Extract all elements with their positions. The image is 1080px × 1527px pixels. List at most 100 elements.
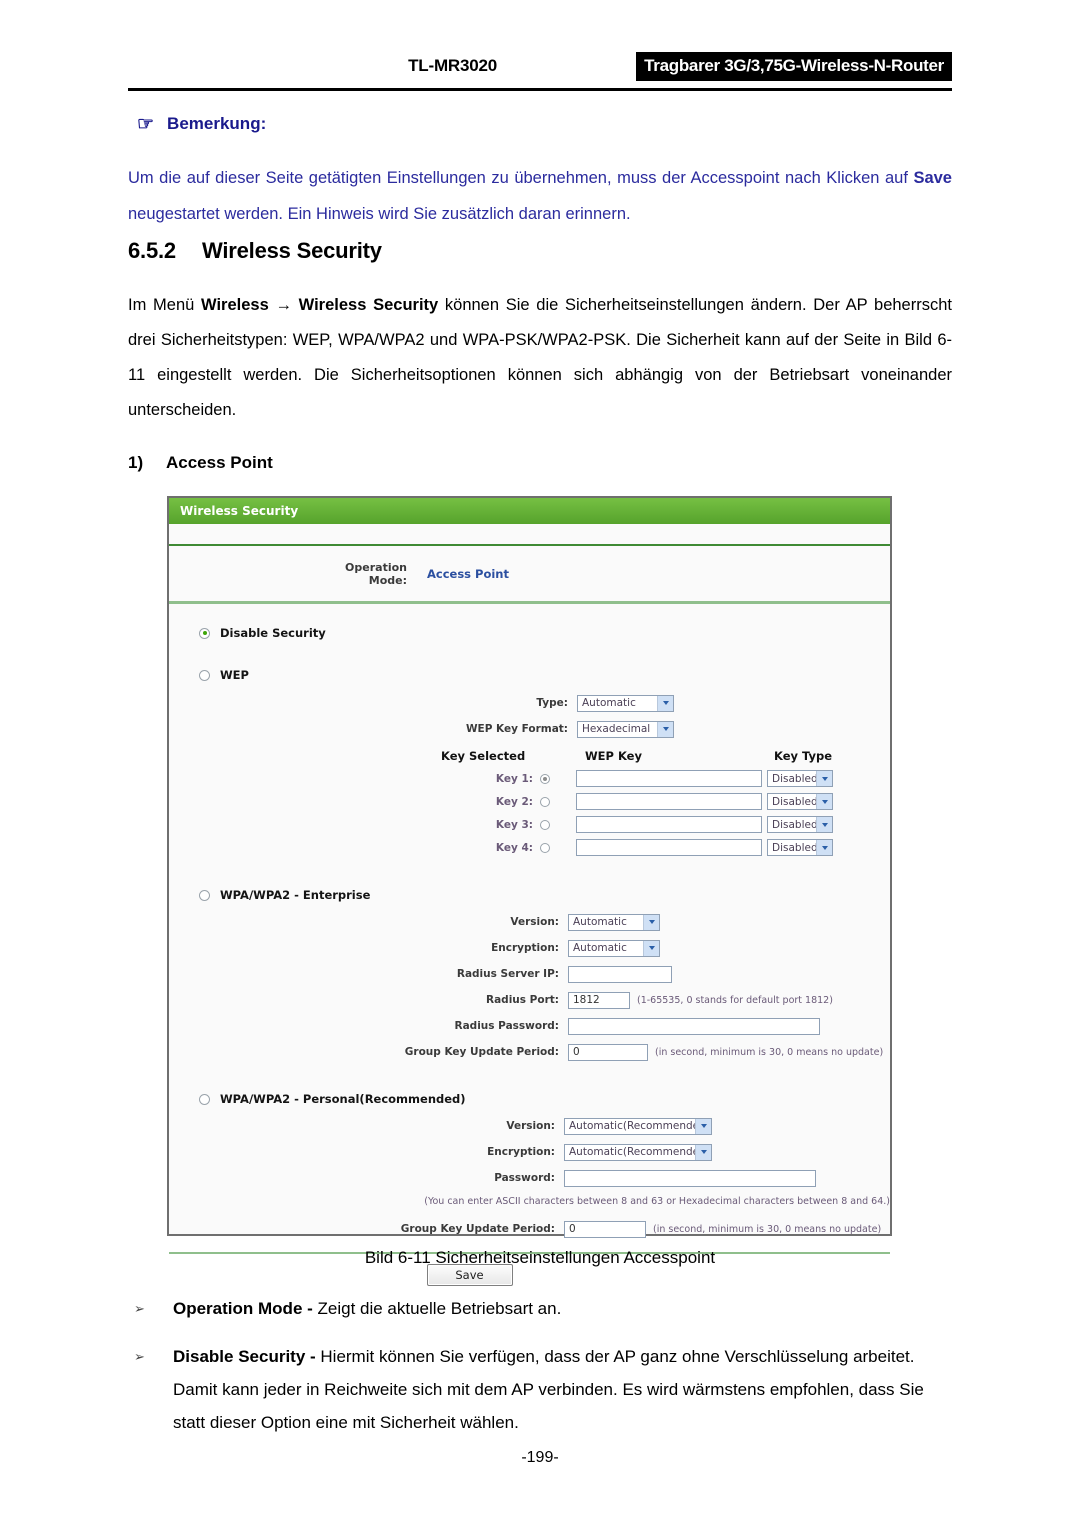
- radio-wep-key-1[interactable]: [540, 773, 550, 784]
- wep-key-2-type-select[interactable]: Disabled: [767, 793, 833, 810]
- enterprise-encryption-row: Encryption: Automatic: [169, 937, 890, 959]
- radius-port-hint: (1-65535, 0 stands for default port 1812…: [637, 994, 833, 1006]
- wep-type-select-value: Automatic: [582, 697, 636, 709]
- radio-wep-key-3[interactable]: [540, 819, 550, 830]
- note-heading-label: Bemerkung:: [167, 114, 267, 133]
- chevron-down-icon: [695, 1144, 711, 1160]
- note-body: Um die auf dieser Seite getätigten Einst…: [128, 160, 952, 232]
- router-model-label: TL-MR3020: [408, 56, 497, 75]
- subsection-label: Access Point: [166, 453, 273, 472]
- wep-key-format-select-value: Hexadecimal: [582, 723, 651, 735]
- wep-type-select[interactable]: Automatic: [577, 694, 674, 712]
- page-title: 6.5.2 Wireless Security: [128, 238, 382, 264]
- bullet-list: ➢ Operation Mode - Zeigt die aktuelle Be…: [128, 1292, 952, 1454]
- chevron-down-icon: [816, 817, 832, 832]
- panel-title-label: Wireless Security: [180, 504, 299, 518]
- note-text-2: neugestartet werden. Ein Hinweis wird Si…: [128, 205, 631, 223]
- personal-password-hint-row: (You can enter ASCII characters between …: [169, 1190, 890, 1212]
- radius-password-input[interactable]: [568, 1017, 820, 1035]
- personal-password-label: Password:: [494, 1172, 555, 1184]
- panel-title-bar: Wireless Security: [169, 498, 890, 524]
- option-wep-label: WEP: [220, 668, 249, 682]
- panel-body: Disable Security WEP Type: Automatic WEP…: [169, 604, 890, 1296]
- enterprise-encryption-value: Automatic: [573, 942, 627, 954]
- personal-version-label: Version:: [506, 1120, 555, 1132]
- wep-key-3-type-select[interactable]: Disabled: [767, 816, 833, 833]
- enterprise-group-key-input[interactable]: 0: [568, 1043, 648, 1061]
- chevron-down-icon: [657, 695, 673, 711]
- personal-version-select[interactable]: Automatic(Recommended): [564, 1117, 712, 1135]
- arrow-bullet-icon: ➢: [134, 1301, 145, 1316]
- wep-key-row: Key 2: Disabled: [169, 790, 890, 813]
- radio-wep[interactable]: [199, 669, 210, 681]
- personal-group-key-hint: (in second, minimum is 30, 0 means no up…: [653, 1223, 882, 1235]
- enterprise-encryption-select[interactable]: Automatic: [568, 939, 660, 957]
- chevron-down-icon: [695, 1118, 711, 1134]
- operation-mode-row: Operation Mode: Access Point: [169, 546, 890, 604]
- wep-key-2-label: Key 2:: [495, 795, 533, 808]
- personal-encryption-select[interactable]: Automatic(Recommended): [564, 1143, 712, 1161]
- personal-encryption-row: Encryption: Automatic(Recommended): [169, 1141, 890, 1163]
- wep-key-1-type-value: Disabled: [772, 772, 818, 785]
- personal-version-row: Version: Automatic(Recommended): [169, 1115, 890, 1137]
- radio-wpa-personal[interactable]: [199, 1093, 210, 1105]
- option-wep[interactable]: WEP: [169, 664, 890, 686]
- paragraph-text-2: können Sie die Sicherheitseinstellungen …: [128, 296, 952, 419]
- chevron-down-icon: [643, 940, 659, 956]
- wep-col-key-selected: Key Selected: [441, 749, 526, 763]
- wep-key-4-type-value: Disabled: [772, 841, 818, 854]
- paragraph-bold-wireless-security: Wireless Security: [298, 296, 439, 314]
- list-item: ➢ Disable Security - Hiermit können Sie …: [128, 1340, 952, 1439]
- wep-key-4-type-select[interactable]: Disabled: [767, 839, 833, 856]
- wep-key-1-input[interactable]: [576, 770, 762, 787]
- chevron-down-icon: [657, 721, 673, 737]
- enterprise-version-row: Version: Automatic: [169, 911, 890, 933]
- enterprise-version-value: Automatic: [573, 916, 627, 928]
- page-header: TL-MR3020 Tragbarer 3G/3,75G-Wireless-N-…: [128, 52, 952, 86]
- wep-key-3-input[interactable]: [576, 816, 762, 833]
- wep-key-2-input[interactable]: [576, 793, 762, 810]
- wep-key-row: Key 4: Disabled: [169, 836, 890, 859]
- option-wpa-personal[interactable]: WPA/WPA2 - Personal(Recommended): [169, 1088, 890, 1110]
- wep-key-2-type-value: Disabled: [772, 795, 818, 808]
- wep-key-format-label: WEP Key Format:: [465, 723, 568, 735]
- subsection-number: 1): [128, 453, 144, 472]
- radius-port-row: Radius Port: 1812 (1-65535, 0 stands for…: [169, 989, 890, 1011]
- wep-key-1-label: Key 1:: [495, 772, 533, 785]
- option-wpa-personal-label: WPA/WPA2 - Personal(Recommended): [220, 1092, 466, 1106]
- option-disable-security-label: Disable Security: [220, 626, 326, 640]
- personal-group-key-input[interactable]: 0: [564, 1220, 646, 1238]
- note-text-bold: Save: [913, 169, 952, 187]
- enterprise-encryption-label: Encryption:: [491, 942, 559, 954]
- personal-version-value: Automatic(Recommended): [569, 1120, 710, 1132]
- radius-port-input[interactable]: 1812: [568, 991, 630, 1009]
- section-paragraph: Im Menü Wireless → Wireless Security kön…: [128, 288, 952, 428]
- wep-key-4-input[interactable]: [576, 839, 762, 856]
- radio-wep-key-2[interactable]: [540, 796, 550, 807]
- chevron-down-icon: [816, 840, 832, 855]
- wep-key-1-type-select[interactable]: Disabled: [767, 770, 833, 787]
- wep-key-3-type-value: Disabled: [772, 818, 818, 831]
- radio-wep-key-4[interactable]: [540, 842, 550, 853]
- personal-password-input[interactable]: [564, 1169, 816, 1187]
- page-number: -199-: [521, 1449, 559, 1466]
- enterprise-version-select[interactable]: Automatic: [568, 913, 660, 931]
- radio-disable-security[interactable]: [199, 627, 210, 639]
- note-heading: ☞ Bemerkung:: [137, 114, 266, 134]
- option-wpa-enterprise[interactable]: WPA/WPA2 - Enterprise: [169, 884, 890, 906]
- wep-key-4-label: Key 4:: [495, 841, 533, 854]
- option-disable-security[interactable]: Disable Security: [169, 622, 890, 644]
- chevron-down-icon: [816, 771, 832, 786]
- wep-key-format-select[interactable]: Hexadecimal: [577, 720, 674, 738]
- radius-server-ip-row: Radius Server IP:: [169, 963, 890, 985]
- radio-wpa-enterprise[interactable]: [199, 889, 210, 901]
- personal-group-key-row: Group Key Update Period: 0 (in second, m…: [169, 1218, 890, 1240]
- bullet-1-term: Operation Mode -: [173, 1299, 318, 1318]
- radius-password-row: Radius Password:: [169, 1015, 890, 1037]
- personal-encryption-label: Encryption:: [487, 1146, 555, 1158]
- wep-key-format-row: WEP Key Format: Hexadecimal: [169, 718, 890, 740]
- operation-mode-label: Operation Mode:: [345, 560, 407, 587]
- radius-server-ip-input[interactable]: [568, 965, 672, 983]
- bullet-1-text: Zeigt die aktuelle Betriebsart an.: [317, 1299, 562, 1318]
- wep-col-key-type: Key Type: [774, 749, 833, 763]
